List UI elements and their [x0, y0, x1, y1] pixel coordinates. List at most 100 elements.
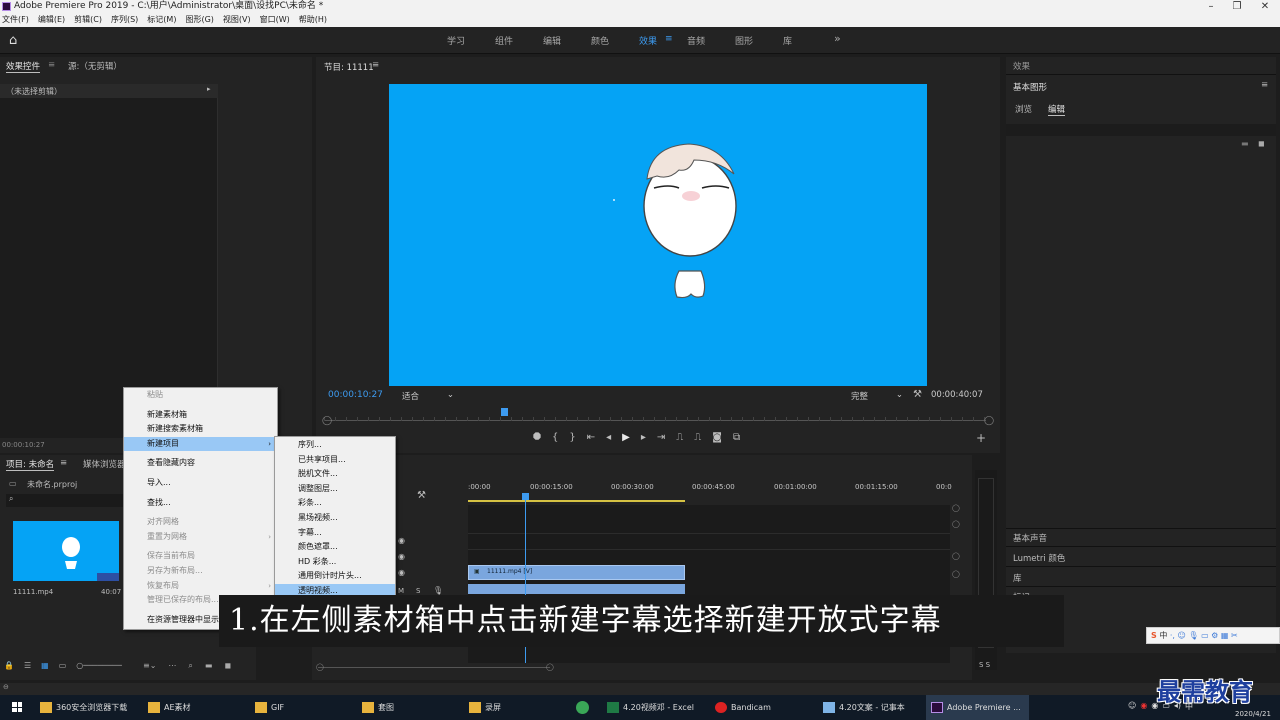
automate-sequence-icon[interactable]: ⋯ [168, 661, 176, 671]
lumetri-color-title[interactable]: Lumetri 颜色 [1013, 552, 1065, 564]
menu-item-new-item[interactable]: 新建项目 › [124, 436, 277, 452]
eye-icon[interactable]: ◉ [398, 568, 405, 577]
list-view-icon[interactable]: ☰ [24, 661, 31, 670]
taskbar-item-gif[interactable]: GIF [255, 695, 284, 720]
clip-thumbnail[interactable] [13, 521, 119, 581]
submenu-item-color-matte[interactable]: 颜色遮罩... [275, 540, 395, 555]
taskbar-item-excel[interactable]: 4.20视频邓 - Excel [607, 695, 694, 720]
timeline-ruler[interactable]: :00:00 00:00:15:00 00:00:30:00 00:00:45:… [468, 483, 954, 493]
mark-in-icon[interactable]: { [552, 432, 558, 443]
menu-item-find[interactable]: 查找... [124, 496, 277, 511]
tab-media-browser[interactable]: 媒体浏览器 [83, 458, 126, 470]
menu-item-new-bin[interactable]: 新建素材箱 [124, 408, 277, 423]
new-item-icon[interactable]: ◼ [224, 661, 231, 671]
taskbar-item-premiere[interactable]: Adobe Premiere ... [926, 695, 1029, 720]
tab-edit[interactable]: 编辑 [1048, 103, 1066, 116]
taskbar-item-notepad[interactable]: 4.20文案 - 记事本 [823, 695, 905, 720]
essential-sound-title[interactable]: 基本声音 [1013, 532, 1047, 544]
menu-edit[interactable]: 编辑(E) [38, 13, 65, 27]
new-layer-icon[interactable]: ▬ [1241, 139, 1249, 148]
mark-out-icon[interactable]: } [569, 432, 575, 443]
project-menu-icon[interactable]: ≡ [60, 458, 67, 468]
submenu-item-offline-file[interactable]: 脱机文件... [275, 467, 395, 482]
essential-graphics-menu-icon[interactable]: ≡ [1261, 80, 1268, 90]
workspace-learn[interactable]: 学习 [447, 34, 465, 47]
go-to-out-icon[interactable]: ⇥ [657, 432, 665, 443]
lock-icon[interactable]: 🔒 [4, 661, 14, 670]
taskbar-item-ae-assets[interactable]: AE素材 [148, 695, 191, 720]
tab-source[interactable]: 源:（无剪辑） [68, 60, 122, 72]
hscroll-right-handle-icon[interactable]: ◯ [546, 663, 554, 671]
wrench-icon[interactable]: ⚒ [913, 389, 922, 400]
workspace-audio[interactable]: 音频 [687, 34, 705, 47]
menu-item-align-grid[interactable]: 对齐网格 [124, 515, 277, 530]
solo-icon[interactable]: S [416, 587, 420, 595]
play-icon[interactable]: ▶ [622, 432, 630, 443]
menu-graphics[interactable]: 图形(G) [185, 13, 213, 27]
menu-item-save-new-layout[interactable]: 另存为新布局... [124, 564, 277, 579]
eye-icon[interactable]: ◉ [398, 552, 405, 561]
program-current-timecode[interactable]: 00:00:10:27 [328, 390, 383, 400]
taskbar-item-chrome[interactable] [576, 695, 593, 720]
icon-view-icon[interactable]: ▦ [41, 661, 49, 670]
step-forward-icon[interactable]: ▸ [641, 432, 646, 443]
video-clip[interactable]: ▣ 11111.mp4 [V] [468, 565, 685, 580]
tab-effect-controls[interactable]: 效果控件 [6, 60, 41, 73]
menu-item-restore-layout[interactable]: 恢复布局 › [124, 579, 277, 594]
scroll-handle-icon[interactable]: ◯ [952, 504, 960, 512]
taskbar-item-bandicam[interactable]: Bandicam [715, 695, 771, 720]
play-only-icon[interactable]: ▸ [207, 85, 211, 93]
tab-menu-icon[interactable]: ≡ [48, 60, 55, 70]
eye-icon[interactable]: ◉ [398, 536, 405, 545]
menu-sequence[interactable]: 序列(S) [111, 13, 138, 27]
workspace-libraries[interactable]: 库 [783, 34, 792, 47]
close-icon[interactable]: ✕ [1250, 0, 1280, 13]
workspace-graphics[interactable]: 图形 [735, 34, 753, 47]
tab-browse[interactable]: 浏览 [1015, 103, 1032, 115]
compare-view-icon[interactable]: ⧉ [733, 432, 740, 443]
home-icon[interactable]: ⌂ [9, 33, 17, 48]
libraries-title[interactable]: 库 [1013, 572, 1022, 584]
mute-icon[interactable]: M [398, 587, 404, 595]
mic-icon[interactable]: 🎙 [433, 586, 443, 595]
restore-icon[interactable]: ❐ [1222, 0, 1252, 13]
menu-window[interactable]: 窗口(W) [260, 13, 290, 27]
scroll-handle-icon[interactable]: ◯ [952, 552, 960, 560]
new-item-icon[interactable]: ◼ [1258, 139, 1265, 148]
menu-item-reset-grid[interactable]: 重置为网格 › [124, 530, 277, 545]
menu-item-new-search-bin[interactable]: 新建搜索素材箱 [124, 422, 277, 437]
zoom-slider[interactable]: ○──────── [76, 661, 122, 670]
sort-icons-icon[interactable]: ≡⌄ [143, 661, 156, 671]
extract-icon[interactable]: ⎍ [694, 432, 701, 443]
playhead-handle[interactable] [522, 493, 529, 500]
step-back-icon[interactable]: ◂ [606, 432, 611, 443]
scroll-handle-icon[interactable]: ◯ [952, 520, 960, 528]
taskbar-item-recording[interactable]: 录屏 [469, 695, 501, 720]
menu-marker[interactable]: 标记(M) [147, 13, 176, 27]
new-bin-icon[interactable]: ▬ [205, 661, 213, 671]
more-workspaces-icon[interactable]: » [834, 32, 841, 45]
submenu-item-black-video[interactable]: 黑场视频... [275, 511, 395, 526]
menu-clip[interactable]: 剪辑(C) [74, 13, 102, 27]
windows-start-icon[interactable] [12, 702, 22, 712]
export-frame-icon[interactable]: ◙ [712, 432, 722, 443]
project-search-input[interactable]: ⌕ [6, 494, 124, 507]
freeform-view-icon[interactable]: ▭ [59, 661, 67, 670]
workspace-editing[interactable]: 编辑 [543, 34, 561, 47]
menu-item-paste[interactable]: 粘贴 [124, 388, 277, 403]
scroll-handle-icon[interactable]: ◯ [952, 570, 960, 578]
menu-file[interactable]: 文件(F) [2, 13, 29, 27]
timeline-wrench-icon[interactable]: ⚒ [417, 490, 426, 501]
button-editor-plus-icon[interactable]: + [976, 431, 986, 445]
menu-item-view-hidden[interactable]: 查看隐藏内容 [124, 456, 277, 471]
program-playhead[interactable] [501, 408, 508, 416]
menu-view[interactable]: 视图(V) [223, 13, 251, 27]
tab-project[interactable]: 项目: 未命名 [6, 458, 55, 471]
submenu-item-sequence[interactable]: 序列... [275, 438, 395, 453]
submenu-item-adjustment-layer[interactable]: 调整图层... [275, 482, 395, 497]
menu-help[interactable]: 帮助(H) [299, 13, 327, 27]
submenu-item-captions[interactable]: 字幕... [275, 526, 395, 541]
audio-clip[interactable] [468, 584, 685, 594]
workspace-effects[interactable]: 效果 [639, 34, 657, 47]
menu-item-import[interactable]: 导入... [124, 476, 277, 491]
